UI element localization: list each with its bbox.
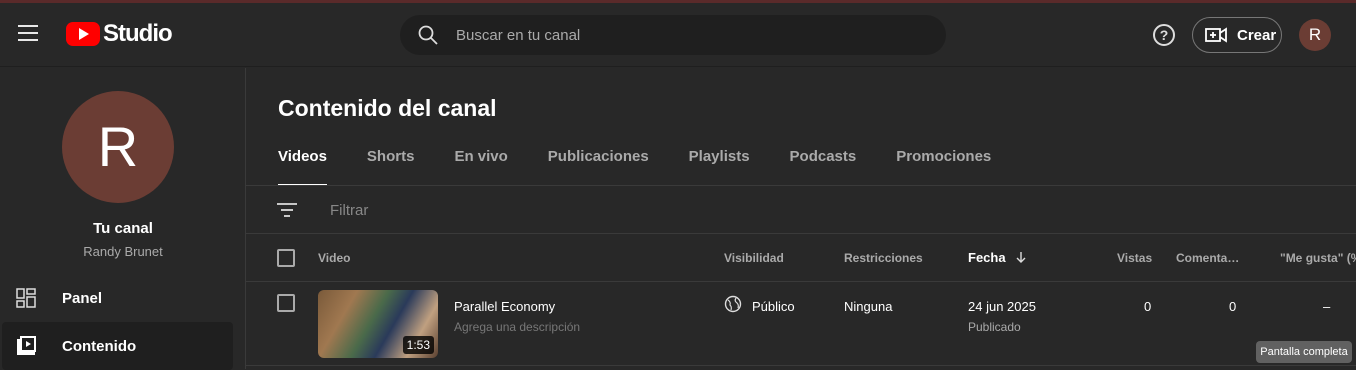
create-button[interactable]: Crear	[1192, 17, 1282, 53]
tab-podcasts[interactable]: Podcasts	[790, 148, 857, 186]
sidebar-item-label: Contenido	[62, 337, 137, 355]
tab-playlists[interactable]: Playlists	[689, 148, 750, 186]
search-bar[interactable]	[400, 15, 946, 55]
content-icon	[17, 336, 36, 355]
likes-value: –	[1323, 299, 1331, 314]
column-likes: "Me gusta" (%	[1280, 251, 1356, 265]
filter-input[interactable]	[330, 186, 930, 234]
video-duration: 1:53	[402, 336, 434, 354]
column-restrictions: Restricciones	[844, 251, 923, 265]
date-status: Publicado	[968, 320, 1021, 334]
globe-icon	[724, 295, 742, 313]
row-checkbox[interactable]	[277, 294, 295, 312]
select-all-checkbox[interactable]	[277, 249, 295, 267]
column-date-label: Fecha	[968, 250, 1006, 265]
fullscreen-tooltip: Pantalla completa	[1256, 341, 1352, 363]
tab-en-vivo[interactable]: En vivo	[454, 148, 507, 186]
channel-username: Randy Brunet	[83, 244, 163, 259]
video-thumbnail[interactable]: 1:53	[318, 290, 438, 358]
comments-value: 0	[1229, 299, 1237, 314]
video-title[interactable]: Parallel Economy	[454, 299, 555, 314]
youtube-logo-icon	[66, 22, 100, 46]
logo-text: Studio	[103, 20, 173, 47]
sort-descending-icon	[1016, 252, 1026, 263]
channel-title: Tu canal	[93, 220, 153, 237]
create-video-icon	[1205, 27, 1227, 43]
main-content: Contenido del canal Videos Shorts En viv…	[246, 68, 1356, 369]
date-value: 24 jun 2025	[968, 299, 1036, 314]
sidebar-item-panel[interactable]: Panel	[2, 274, 233, 322]
sidebar: R Tu canal Randy Brunet Panel Contenido	[0, 68, 246, 370]
studio-logo[interactable]: Studio	[66, 20, 173, 47]
channel-avatar[interactable]: R	[62, 91, 174, 203]
tab-promociones[interactable]: Promociones	[896, 148, 991, 186]
help-icon[interactable]: ?	[1153, 24, 1175, 46]
content-tabs: Videos Shorts En vivo Publicaciones Play…	[278, 148, 1031, 186]
search-icon	[418, 25, 438, 45]
filter-icon[interactable]	[277, 202, 297, 218]
video-description: Agrega una descripción	[454, 320, 581, 334]
sidebar-item-label: Panel	[62, 289, 103, 307]
tab-shorts[interactable]: Shorts	[367, 148, 415, 186]
table-row[interactable]: 1:53 Parallel Economy Agrega una descrip…	[246, 282, 1356, 366]
column-video: Video	[318, 251, 351, 265]
table-header: Video Visibilidad Restricciones Fecha Vi…	[246, 234, 1356, 282]
create-button-label: Crear	[1237, 26, 1277, 44]
tab-publicaciones[interactable]: Publicaciones	[548, 148, 649, 186]
views-value: 0	[1144, 299, 1152, 314]
tab-videos[interactable]: Videos	[278, 148, 327, 186]
restrictions-value: Ninguna	[844, 299, 893, 314]
visibility-value[interactable]: Público	[752, 299, 795, 314]
top-bar: Studio ? Crear R	[0, 3, 1356, 67]
filter-bar	[246, 186, 1356, 234]
column-visibility: Visibilidad	[724, 251, 784, 265]
menu-icon[interactable]	[18, 25, 38, 41]
column-views: Vistas	[1117, 251, 1153, 265]
page-title: Contenido del canal	[278, 95, 497, 121]
dashboard-icon	[16, 288, 36, 308]
account-avatar[interactable]: R	[1299, 19, 1331, 51]
column-comments: Comenta…	[1176, 251, 1240, 265]
column-date-sort[interactable]: Fecha	[968, 234, 1027, 282]
sidebar-item-contenido[interactable]: Contenido	[2, 322, 233, 370]
search-input[interactable]	[456, 15, 926, 55]
